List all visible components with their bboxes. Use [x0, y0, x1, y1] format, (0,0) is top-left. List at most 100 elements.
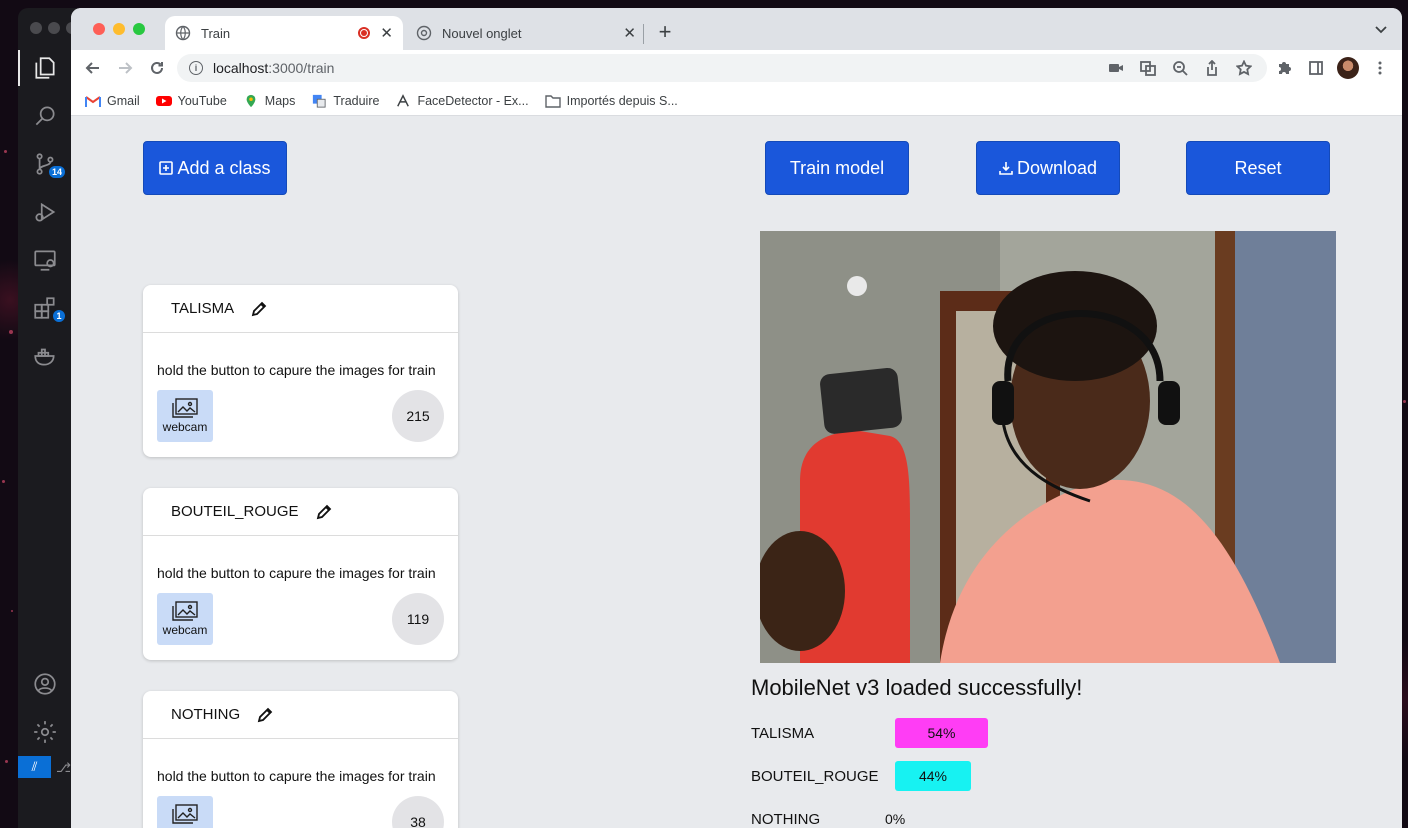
back-button[interactable]: [81, 56, 105, 80]
address-bar[interactable]: i localhost:3000/train: [177, 54, 1267, 82]
class-card: BOUTEIL_ROUGE hold the button to capure …: [143, 488, 458, 660]
close-tab-icon[interactable]: ✕: [380, 24, 393, 42]
tab-train[interactable]: Train ✕: [165, 16, 403, 50]
new-tab-button[interactable]: +: [654, 20, 676, 44]
window-controls[interactable]: [93, 23, 145, 35]
close-window-button[interactable]: [93, 23, 105, 35]
source-control-badge: 14: [46, 164, 67, 180]
account-icon[interactable]: [18, 660, 71, 708]
capture-hint: hold the button to capure the images for…: [157, 565, 436, 581]
tab-separator: [643, 24, 644, 44]
download-button[interactable]: Download: [976, 141, 1120, 195]
reload-button[interactable]: [145, 56, 169, 80]
globe-icon: [175, 25, 191, 41]
class-name: BOUTEIL_ROUGE: [171, 503, 299, 520]
zoom-icon[interactable]: [1170, 58, 1190, 78]
tab-title: Nouvel onglet: [442, 25, 522, 41]
webcam-frame-illustration: [760, 231, 1336, 663]
capture-hint: hold the button to capure the images for…: [157, 768, 436, 784]
add-class-button[interactable]: Add a class: [143, 141, 287, 195]
extensions-icon[interactable]: 1: [18, 284, 71, 332]
plus-square-icon: [159, 161, 174, 175]
translate-icon: [313, 94, 326, 108]
edit-pencil-icon[interactable]: [250, 300, 268, 318]
bookmark-folder-imported[interactable]: Importés depuis S...: [544, 94, 678, 108]
bookmark-traduire[interactable]: Traduire: [311, 94, 379, 108]
bookmark-youtube[interactable]: YouTube: [155, 94, 227, 108]
prediction-label: TALISMA: [751, 724, 815, 742]
download-icon: [999, 162, 1013, 175]
webcam-capture-button[interactable]: webcam: [157, 390, 213, 442]
maximize-window-button[interactable]: [133, 23, 145, 35]
model-status-text: MobileNet v3 loaded successfully!: [751, 675, 1083, 700]
remote-status-icon[interactable]: ⫽: [18, 756, 51, 778]
close-tab-icon[interactable]: ✕: [623, 24, 636, 42]
prediction-bar: 44%: [895, 761, 971, 791]
forward-arrow-icon: [119, 62, 133, 74]
bookmark-maps[interactable]: Maps: [243, 94, 295, 108]
git-branch-icon[interactable]: ⎇: [56, 760, 71, 776]
youtube-icon: [155, 95, 172, 106]
reload-icon: [151, 61, 163, 74]
vscode-activity-bar: 14 1 ⫽ ⎇: [18, 8, 78, 828]
forward-button[interactable]: [113, 56, 137, 80]
chrome-menu-icon[interactable]: [1370, 58, 1390, 78]
docker-icon[interactable]: [18, 332, 71, 380]
gmail-icon: [85, 95, 101, 107]
class-card: NOTHING hold the button to capure the im…: [143, 691, 458, 828]
reset-button[interactable]: Reset: [1186, 141, 1330, 195]
sample-count: 215: [392, 390, 444, 442]
edit-pencil-icon[interactable]: [256, 706, 274, 724]
bookmark-facedetector[interactable]: FaceDetector - Ex...: [395, 93, 529, 108]
search-icon[interactable]: [18, 92, 71, 140]
minimize-window-button[interactable]: [113, 23, 125, 35]
settings-gear-icon[interactable]: [18, 708, 71, 756]
bookmark-star-icon[interactable]: [1234, 58, 1254, 78]
tab-search-chevron-icon[interactable]: [1374, 22, 1388, 36]
run-debug-icon[interactable]: [18, 188, 71, 236]
extensions-badge: 1: [51, 308, 67, 324]
prediction-bar: 54%: [895, 718, 988, 748]
maps-icon: [246, 94, 256, 107]
side-panel-icon[interactable]: [1306, 58, 1326, 78]
sample-count: 119: [392, 593, 444, 645]
prediction-row: NOTHING 0%: [751, 804, 905, 828]
capture-hint: hold the button to capure the images for…: [157, 362, 436, 378]
source-control-icon[interactable]: 14: [18, 140, 71, 188]
prediction-row: TALISMA 54%: [751, 718, 988, 748]
explorer-icon[interactable]: [18, 44, 71, 92]
tab-strip: Train ✕ Nouvel onglet ✕ +: [71, 8, 1402, 50]
profile-avatar[interactable]: [1337, 57, 1359, 79]
class-name: NOTHING: [171, 706, 241, 723]
translate-icon[interactable]: [1138, 58, 1158, 78]
back-arrow-icon: [85, 62, 99, 74]
webcam-capture-button[interactable]: webcam: [157, 796, 213, 828]
webcam-video-feed: [760, 231, 1336, 663]
tab-title: Train: [201, 25, 231, 41]
browser-toolbar: i localhost:3000/train: [71, 50, 1402, 86]
edit-pencil-icon[interactable]: [315, 503, 333, 521]
class-card-header: NOTHING: [143, 691, 458, 739]
url-host: localhost: [213, 60, 269, 76]
class-card: TALISMA hold the button to capure the im…: [143, 285, 458, 457]
webcam-capture-button[interactable]: webcam: [157, 593, 213, 645]
extensions-puzzle-icon[interactable]: [1274, 58, 1294, 78]
browser-window: Train ✕ Nouvel onglet ✕ + i localhost:30…: [71, 8, 1402, 828]
remote-explorer-icon[interactable]: [18, 236, 71, 284]
camera-in-use-icon[interactable]: [1106, 58, 1126, 78]
facedetector-icon: [397, 93, 410, 107]
chrome-icon: [416, 25, 432, 41]
share-icon[interactable]: [1202, 58, 1222, 78]
image-icon: [172, 398, 198, 418]
image-icon: [172, 601, 198, 621]
image-icon: [172, 804, 198, 824]
prediction-label: BOUTEIL_ROUGE: [751, 767, 879, 785]
bookmark-gmail[interactable]: Gmail: [85, 94, 140, 108]
class-card-header: BOUTEIL_ROUGE: [143, 488, 458, 536]
train-model-button[interactable]: Train model: [765, 141, 909, 195]
tab-new-tab[interactable]: Nouvel onglet ✕: [406, 16, 646, 50]
sample-count: 38: [392, 796, 444, 828]
folder-icon: [544, 94, 561, 108]
train-page: Add a class Train model Download Reset T…: [71, 117, 1402, 828]
site-info-icon[interactable]: i: [189, 61, 203, 75]
